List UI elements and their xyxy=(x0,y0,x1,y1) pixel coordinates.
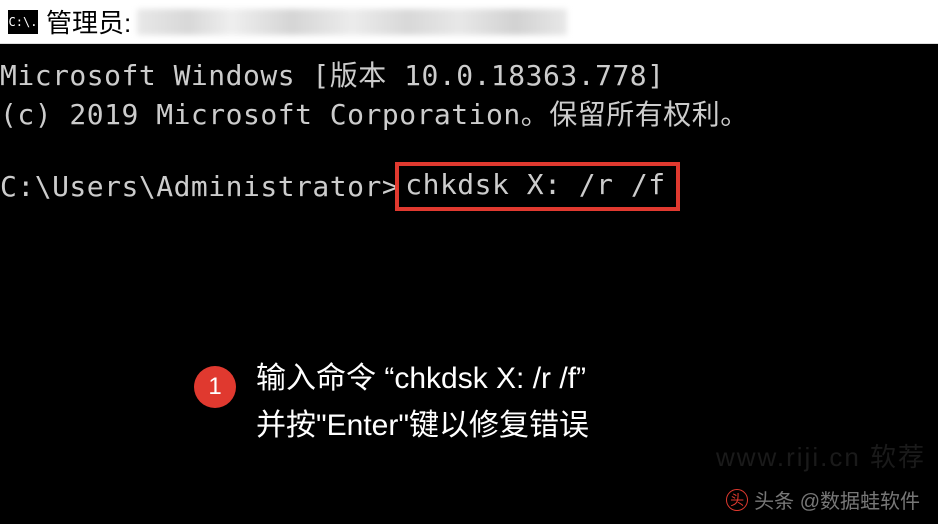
attribution-icon: 头 xyxy=(726,489,748,511)
terminal-prompt-line: C:\Users\Administrator> chkdsk X: /r /f xyxy=(0,162,938,211)
cmd-icon: C:\. xyxy=(8,10,38,34)
terminal-command[interactable]: chkdsk X: /r /f xyxy=(405,168,665,201)
attribution-handle: @数据蛙软件 xyxy=(800,485,920,514)
terminal-body[interactable]: Microsoft Windows [版本 10.0.18363.778] (c… xyxy=(0,44,938,524)
window-title-blurred xyxy=(137,9,567,35)
window-title-prefix: 管理员: xyxy=(46,3,131,40)
window-title: 管理员: xyxy=(46,3,567,40)
window-titlebar: C:\. 管理员: xyxy=(0,0,938,44)
attribution-label: 头条 xyxy=(754,485,794,514)
terminal-line-copyright: (c) 2019 Microsoft Corporation。保留所有权利。 xyxy=(0,95,938,134)
terminal-prompt: C:\Users\Administrator> xyxy=(0,170,399,203)
watermark-text: www.riji.cn 软荐 xyxy=(716,437,926,474)
step-number-badge: 1 xyxy=(194,366,236,408)
terminal-line-version: Microsoft Windows [版本 10.0.18363.778] xyxy=(0,56,938,95)
command-highlight: chkdsk X: /r /f xyxy=(395,162,679,211)
instruction-callout: 1 输入命令 “chkdsk X: /r /f” 并按"Enter"键以修复错误 xyxy=(194,344,607,461)
attribution: 头 头条 @数据蛙软件 xyxy=(726,485,920,514)
instruction-text: 输入命令 “chkdsk X: /r /f” 并按"Enter"键以修复错误 xyxy=(256,356,589,449)
